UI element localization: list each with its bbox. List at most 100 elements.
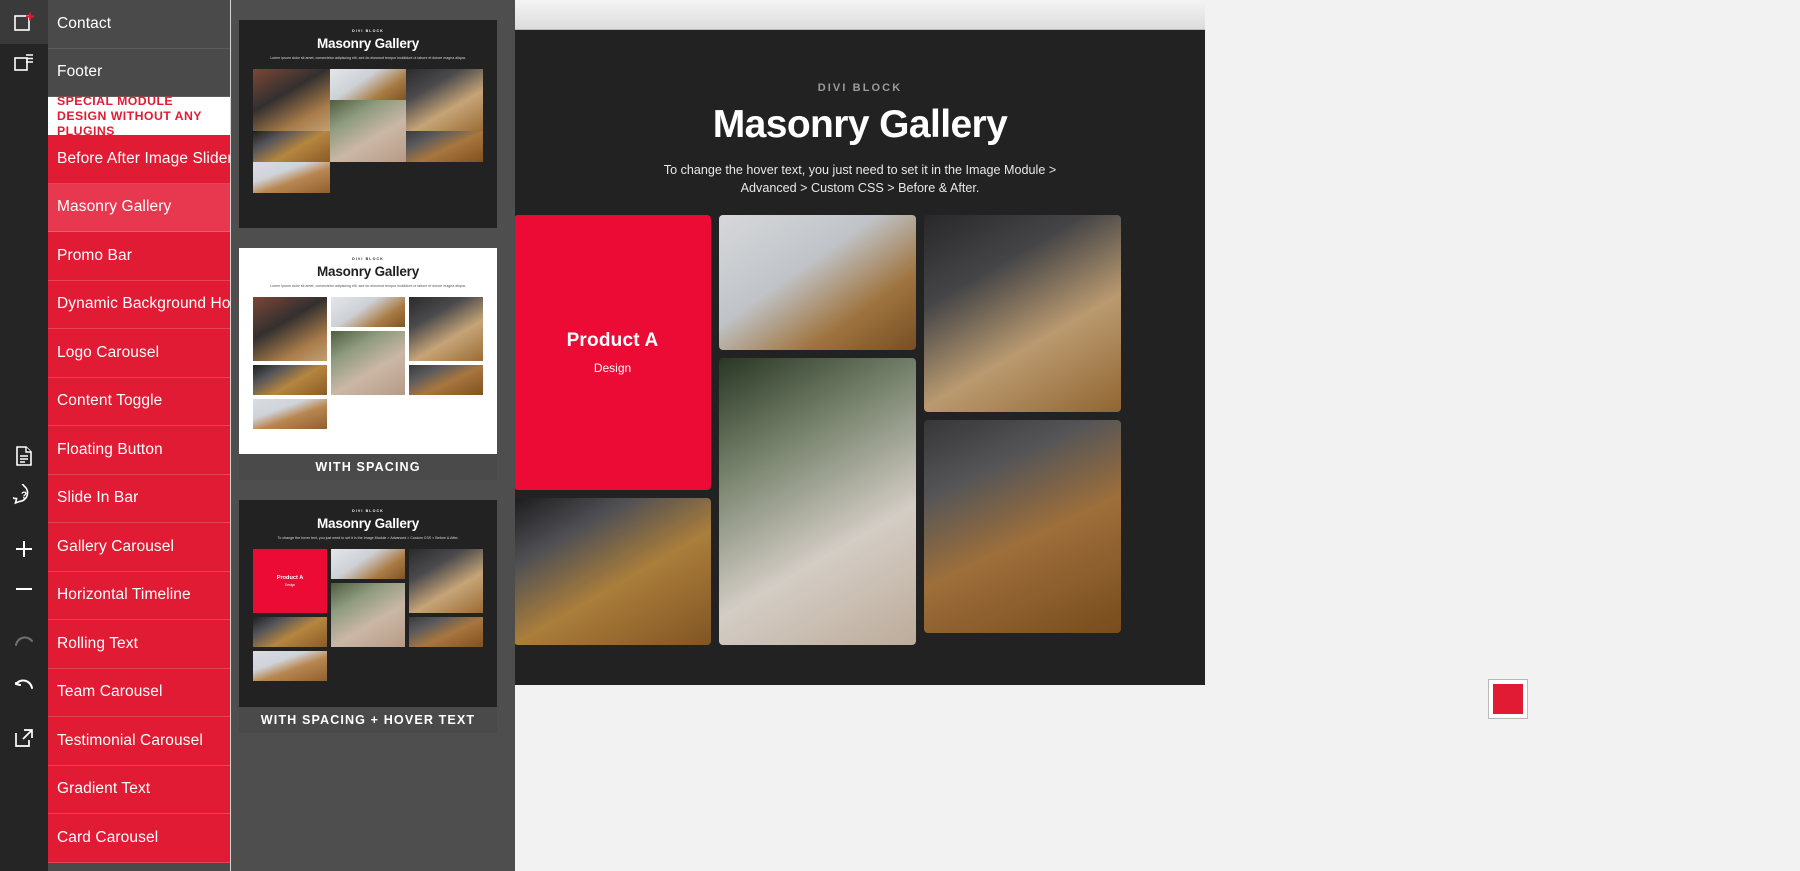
hero-eyebrow: DIVI BLOCK <box>817 82 903 94</box>
gallery-column-2 <box>719 215 916 645</box>
sidebar-item-card-carousel[interactable]: Card Carousel <box>48 814 230 863</box>
gallery-column-1: Product A Design <box>515 215 711 645</box>
mini-tile <box>409 549 483 613</box>
sidebar-item-rolling-text[interactable]: Rolling Text <box>48 620 230 669</box>
sidebar-item-dynamic-background-hover[interactable]: Dynamic Background Hover <box>48 280 230 329</box>
tile-product-a-hover[interactable]: Product A Design <box>515 215 711 490</box>
mini-title: Masonry Gallery <box>316 264 420 279</box>
mini-tile <box>331 297 405 327</box>
layers-icon[interactable] <box>0 38 48 86</box>
card-caption: WITH SPACING <box>239 454 497 480</box>
mini-tile <box>329 69 407 100</box>
mini-tile <box>253 365 327 395</box>
mini-eyebrow: DIVI BLOCK <box>352 29 384 33</box>
mini-tile <box>409 297 483 361</box>
sidebar-item-label: Slide In Bar <box>57 489 139 507</box>
sidebar-item-special-module-design-without-any-plugins: SPECIAL MODULE DESIGN WITHOUT ANY PLUGIN… <box>48 94 230 138</box>
open-external-icon[interactable] <box>0 714 48 762</box>
sidebar-item-label: Card Carousel <box>57 828 159 846</box>
sidebar-item-logo-carousel[interactable]: Logo Carousel <box>48 329 230 378</box>
tile-man-typing[interactable] <box>924 215 1121 412</box>
mini-eyebrow: DIVI BLOCK <box>352 509 384 513</box>
sidebar-item-masonry-gallery[interactable]: Masonry Gallery <box>48 183 230 232</box>
thumbnail-card-with-spacing[interactable]: DIVI BLOCK Masonry Gallery Lorem ipsum d… <box>239 248 497 480</box>
zoom-out-icon[interactable] <box>0 565 48 613</box>
sidebar-item-label: Content Toggle <box>57 392 163 410</box>
tile-glasses-desk[interactable] <box>719 215 916 350</box>
mini-eyebrow: DIVI BLOCK <box>352 257 384 261</box>
sidebar-item-label: Horizontal Timeline <box>57 586 191 604</box>
tile-writing-hands[interactable] <box>719 358 916 645</box>
mini-tile <box>253 617 327 647</box>
sidebar-item-testimonial-carousel[interactable]: Testimonial Carousel <box>48 717 230 766</box>
sidebar-item-label: Team Carousel <box>57 683 163 701</box>
mini-title: Masonry Gallery <box>316 36 420 51</box>
thumbnail-card-with-hover-text[interactable]: DIVI BLOCK Masonry Gallery To change the… <box>239 500 497 733</box>
sidebar-item-team-carousel[interactable]: Team Carousel <box>48 668 230 717</box>
hero-subtitle-line2: Advanced > Custom CSS > Before & After. <box>740 181 980 195</box>
svg-text:?: ? <box>21 491 27 502</box>
sidebar-item-before-after-image-slider[interactable]: Before After Image Slider <box>48 135 230 184</box>
swatch-color-fill <box>1493 684 1523 714</box>
sidebar-item-floating-button[interactable]: Floating Button <box>48 426 230 475</box>
sidebar-item-label: Gallery Carousel <box>57 537 175 555</box>
sidebar-item-label: Promo Bar <box>57 246 132 264</box>
module-sidebar[interactable]: Contact Footer SPECIAL MODULE DESIGN WITHO… <box>48 0 230 871</box>
sidebar-item-label: Masonry Gallery <box>57 198 172 216</box>
masonry-gallery: Product A Design <box>515 215 1205 645</box>
sidebar-item-label: Testimonial Carousel <box>57 731 203 749</box>
mini-tile <box>253 69 330 131</box>
mini-tile <box>253 162 330 193</box>
mini-tile <box>253 651 327 681</box>
mini-tile <box>329 100 407 162</box>
preview-panel: DIVI BLOCK Masonry Gallery Lorem ipsum d… <box>219 0 515 871</box>
sidebar-item-footer[interactable]: Footer <box>48 48 230 97</box>
tile-hover-subtitle: Design <box>593 361 632 375</box>
sidebar-item-label: Contact <box>57 14 112 32</box>
mini-subtitle: To change the hover text, you just need … <box>277 536 459 540</box>
hero-subtitle: To change the hover text, you just need … <box>515 161 1205 197</box>
tile-laptop-coffee[interactable] <box>515 498 711 645</box>
sidebar-item-gradient-text[interactable]: Gradient Text <box>48 765 230 814</box>
sidebar-item-slide-in-bar[interactable]: Slide In Bar <box>48 474 230 523</box>
mini-tile <box>406 69 483 131</box>
mini-tile <box>331 549 405 579</box>
accent-color-swatch[interactable] <box>1488 679 1528 719</box>
sidebar-item-horizontal-timeline[interactable]: Horizontal Timeline <box>48 571 230 620</box>
redo-icon[interactable] <box>0 617 48 665</box>
mini-tile <box>253 399 327 429</box>
page-title: Masonry Gallery <box>712 103 1008 146</box>
sidebar-item-contact[interactable]: Contact <box>48 0 230 49</box>
mini-tile <box>409 617 483 647</box>
mini-tile <box>253 131 330 162</box>
canvas-top-chrome <box>515 0 1205 30</box>
sidebar-item-gallery-carousel[interactable]: Gallery Carousel <box>48 523 230 572</box>
sidebar-item-content-toggle[interactable]: Content Toggle <box>48 377 230 426</box>
mini-tile <box>253 297 327 361</box>
hero-section: DIVI BLOCK Masonry Gallery To change the… <box>515 30 1205 197</box>
sidebar-item-label: Footer <box>57 63 103 81</box>
mini-tile-hover: Product A Design <box>253 549 327 613</box>
mini-tile <box>406 131 483 162</box>
card-caption: WITH SPACING + HOVER TEXT <box>239 707 497 733</box>
sidebar-item-label: Rolling Text <box>57 634 139 652</box>
sidebar-item-spacer[interactable] <box>48 862 230 871</box>
main-canvas: DIVI BLOCK Masonry Gallery To change the… <box>515 30 1205 685</box>
sidebar-item-label: Dynamic Background Hover <box>57 295 230 313</box>
tile-laptop-wood[interactable] <box>924 420 1121 633</box>
help-icon[interactable]: ? <box>0 471 48 519</box>
mini-hover-sub: Design <box>284 583 296 587</box>
sidebar-item-label: Floating Button <box>57 440 163 458</box>
undo-icon[interactable] <box>0 660 48 708</box>
icon-rail: ? <box>0 0 48 871</box>
hero-subtitle-line1: To change the hover text, you just need … <box>663 163 1057 177</box>
thumbnail-card-dark[interactable]: DIVI BLOCK Masonry Gallery Lorem ipsum d… <box>239 20 497 228</box>
mini-hover-title: Product A <box>276 575 304 581</box>
sidebar-item-label: Gradient Text <box>57 780 151 798</box>
sidebar-item-promo-bar[interactable]: Promo Bar <box>48 232 230 281</box>
mini-tile <box>331 583 405 647</box>
mini-subtitle: Lorem ipsum dolor sit amet, consectetur … <box>270 56 466 60</box>
gallery-column-3 <box>924 215 1121 645</box>
mini-tile <box>331 331 405 395</box>
mini-subtitle: Lorem ipsum dolor sit amet, consectetur … <box>270 284 466 288</box>
